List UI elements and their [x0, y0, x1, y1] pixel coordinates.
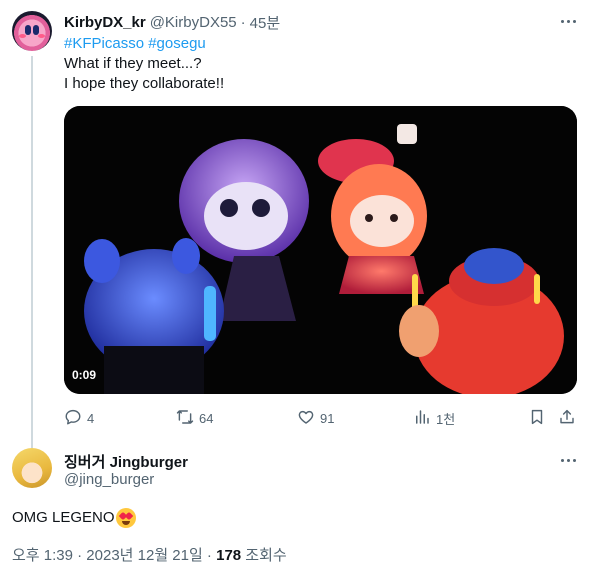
reply-button[interactable]: 4: [64, 404, 94, 432]
reply-icon: [64, 408, 82, 429]
avatar-cheek: [19, 34, 26, 38]
video-player[interactable]: 0:09: [64, 106, 577, 394]
reply-text-content: OMG LEGENO: [12, 509, 115, 526]
avatar-cheek: [38, 34, 45, 38]
retweet-icon: [176, 408, 194, 429]
avatar[interactable]: [12, 11, 52, 51]
more-icon[interactable]: [556, 450, 580, 470]
reply-display-name[interactable]: 징버거 Jingburger: [64, 451, 188, 472]
analytics-icon: [413, 408, 431, 429]
retweet-button[interactable]: 64: [176, 404, 213, 432]
hashtag-line: #KFPicasso #gosegu: [64, 34, 206, 54]
video-duration: 0:09: [72, 368, 97, 382]
like-button[interactable]: 91: [297, 404, 334, 432]
share-icon: [558, 408, 576, 429]
reply-text: OMG LEGENO: [12, 508, 136, 528]
reply-footer: 오후 1:39 · 2023년 12월 21일 · 178 조회수: [12, 544, 287, 565]
view-label: 조회수: [241, 547, 287, 564]
reply-handle[interactable]: @jing_burger: [64, 471, 154, 488]
view-count: 178: [216, 547, 242, 564]
display-name[interactable]: KirbyDX_kr: [64, 14, 146, 31]
reply-avatar[interactable]: [12, 448, 52, 488]
view-count: 1천: [436, 411, 456, 427]
bookmark-icon: [528, 408, 546, 429]
retweet-count: 64: [199, 410, 214, 426]
separator: ·: [240, 13, 246, 31]
hashtag-kfpicasso[interactable]: #KFPicasso: [64, 35, 144, 52]
thread-line: [31, 56, 33, 448]
views-button[interactable]: 1천: [413, 404, 455, 432]
like-count: 91: [320, 410, 335, 426]
timestamp[interactable]: 45분: [250, 12, 281, 33]
video-frame-image: [64, 106, 577, 394]
hashtag-gosegu[interactable]: #gosegu: [148, 35, 206, 52]
tweet-actions: 4 64 91 1천: [64, 404, 577, 432]
tweet-text-line1: What if they meet...?: [64, 55, 202, 72]
heart-eyes-emoji-icon: [115, 508, 136, 528]
heart-icon: [297, 408, 315, 429]
bookmark-button[interactable]: [528, 404, 546, 432]
post-time[interactable]: 오후 1:39 · 2023년 12월 21일 ·: [12, 547, 216, 564]
avatar-eye: [33, 25, 39, 35]
reply-count: 4: [87, 410, 95, 426]
more-icon[interactable]: [556, 11, 580, 31]
tweet-text-line2: I hope they collaborate!!: [64, 75, 225, 92]
share-button[interactable]: [558, 404, 576, 432]
avatar-eye: [25, 25, 31, 35]
handle[interactable]: @KirbyDX55: [150, 14, 237, 31]
tweet-header: KirbyDX_kr @KirbyDX55 · 45분: [64, 12, 280, 32]
